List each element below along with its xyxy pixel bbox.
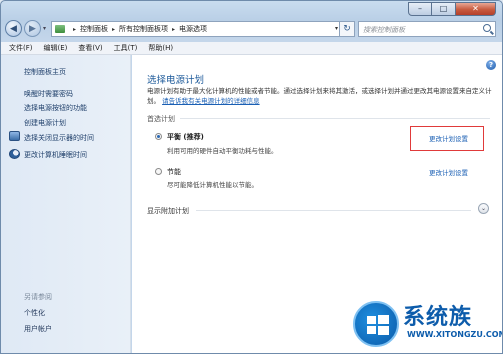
sidebar-item-wake-password[interactable]: 唤醒时需要密码 [24,89,73,99]
show-additional-plans-label[interactable]: 显示附加计划 [147,206,189,216]
see-also-heading: 另请参阅 [24,293,52,301]
watermark-text: 系统族 [403,305,473,330]
power-saver-plan-name[interactable]: 节能 [167,167,181,177]
windows-logo-icon [353,301,399,347]
watermark-url: WWW.XITONGZU.COM [407,330,503,339]
balanced-plan-name[interactable]: 平衡 (推荐) [167,132,204,142]
search-placeholder: 搜索控制面板 [363,26,405,34]
breadcrumb-separator-icon: ▸ [172,25,176,33]
forward-arrow-icon[interactable]: ▶ [24,20,41,37]
divider [196,210,471,211]
page-description: 电源计划有助于最大化计算机的性能或者节能。通过选择计划来将其激活，或选择计划并通… [147,86,492,106]
breadcrumb-control-panel[interactable]: 控制面板 [80,24,108,34]
sidebar-item-power-buttons[interactable]: 选择电源按钮的功能 [24,103,87,113]
menu-view[interactable]: 查看(V) [78,43,102,53]
power-plan-info-link[interactable]: 请告诉我有关电源计划的详细信息 [162,97,260,105]
power-saver-change-settings-link[interactable]: 更改计划设置 [429,167,468,177]
monitor-icon [9,131,20,141]
back-arrow-icon[interactable]: ◀ [5,20,22,37]
sidebar: 控制面板主页 唤醒时需要密码 选择电源按钮的功能 创建电源计划 选择关闭显示器的… [1,55,131,353]
address-dropdown-icon[interactable]: ▾ [335,25,338,32]
sidebar-item-sleep-time[interactable]: 更改计算机睡眠时间 [24,150,87,160]
menu-help[interactable]: 帮助(H) [148,43,173,53]
power-saver-plan-radio[interactable] [155,168,162,175]
address-row: ◀ ▶ ▾ ▸ 控制面板 ▸ 所有控制面板项 ▸ 电源选项 ▾ ↻ 搜索控制面板 [1,17,502,41]
menu-file[interactable]: 文件(F) [9,43,33,53]
maximize-button[interactable]: □ [432,2,456,16]
breadcrumb-separator-icon: ▸ [73,25,77,33]
balanced-plan-radio[interactable] [155,133,162,140]
menu-bar: 文件(F) 编辑(E) 查看(V) 工具(T) 帮助(H) [1,42,502,55]
search-input[interactable]: 搜索控制面板 [358,21,496,37]
balanced-plan-desc: 利用可用的硬件自动平衡功耗与性能。 [167,147,278,155]
watermark: 系统族 WWW.XITONGZU.COM [347,297,503,353]
sidebar-item-display-off[interactable]: 选择关闭显示器的时间 [24,133,94,143]
sidebar-item-user-accounts[interactable]: 用户帐户 [24,324,52,334]
breadcrumb-separator-icon: ▸ [112,25,116,33]
minimize-button[interactable]: – [408,2,432,16]
control-panel-window: – □ ✕ ◀ ▶ ▾ ▸ 控制面板 ▸ 所有控制面板项 ▸ 电源选项 ▾ ↻ … [0,0,503,354]
preferred-plans-heading: 首选计划 [147,115,175,123]
sidebar-item-personalization[interactable]: 个性化 [24,308,45,318]
sidebar-home-link[interactable]: 控制面板主页 [24,67,66,77]
balanced-change-settings-link[interactable]: 更改计划设置 [429,133,468,143]
chevron-down-icon[interactable]: ⌄ [478,203,489,214]
menu-edit[interactable]: 编辑(E) [44,43,68,53]
recent-pages-dropdown-icon[interactable]: ▾ [43,25,46,32]
page-title: 选择电源计划 [147,75,205,86]
menu-tools[interactable]: 工具(T) [114,43,138,53]
control-panel-icon [55,25,65,33]
search-icon[interactable] [483,24,491,32]
sidebar-item-create-plan[interactable]: 创建电源计划 [24,118,66,128]
moon-icon [9,149,20,159]
refresh-icon[interactable]: ↻ [339,21,355,37]
caption-buttons: – □ ✕ [408,2,496,16]
breadcrumb-power-options[interactable]: 电源选项 [179,24,207,34]
power-saver-plan-desc: 尽可能降低计算机性能以节能。 [167,181,258,189]
close-button[interactable]: ✕ [456,2,496,16]
breadcrumb-all-items[interactable]: 所有控制面板项 [119,24,168,34]
address-bar[interactable]: ▸ 控制面板 ▸ 所有控制面板项 ▸ 电源选项 ▾ [51,21,343,37]
help-icon[interactable]: ? [486,60,496,70]
divider [180,118,490,119]
